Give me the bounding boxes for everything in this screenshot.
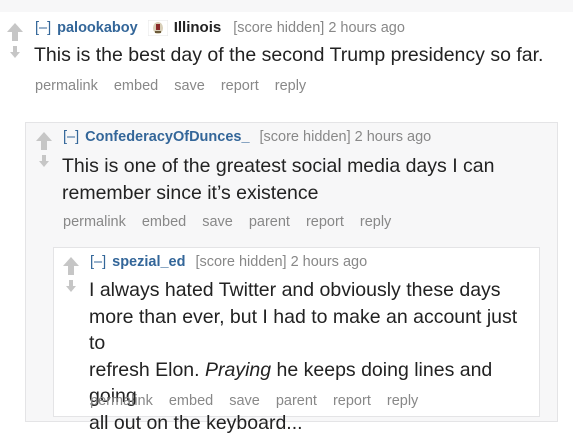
save-button[interactable]: save: [202, 214, 233, 230]
comment-body-line: all out on the keyboard...: [89, 410, 534, 436]
upvote-arrow-icon[interactable]: [6, 22, 24, 42]
comment-body-line: This is one of the greatest social media…: [62, 153, 542, 180]
comment-author[interactable]: spezial_ed: [112, 254, 185, 270]
comment-author[interactable]: ConfederacyOfDunces_: [85, 129, 249, 145]
comment-body-line: remember since it’s existence: [62, 180, 542, 207]
permalink-button[interactable]: permalink: [90, 393, 153, 409]
report-button[interactable]: report: [221, 78, 259, 94]
report-button[interactable]: report: [333, 393, 371, 409]
reply-button[interactable]: reply: [387, 393, 418, 409]
flair-text: Illinois: [174, 19, 222, 36]
comment-emphasis: Praying: [205, 359, 271, 381]
comment-tagline: [–] spezial_ed [score hidden] 2 hours ag…: [90, 254, 367, 270]
parent-button[interactable]: parent: [276, 393, 317, 409]
collapse-toggle[interactable]: [–]: [63, 129, 79, 145]
comment-body: I always hated Twitter and obviously the…: [89, 277, 534, 436]
comment-tagline: [–] palookaboy Illinois [score hidden] 2…: [35, 19, 405, 36]
user-flair: Illinois: [148, 19, 222, 36]
comment-text: refresh Elon.: [89, 359, 205, 381]
downvote-arrow-icon[interactable]: [38, 154, 50, 168]
score-hidden: [score hidden]: [195, 254, 286, 270]
upvote-arrow-icon[interactable]: [35, 131, 53, 151]
save-button[interactable]: save: [229, 393, 260, 409]
comment-author[interactable]: palookaboy: [57, 20, 138, 36]
upvote-arrow-icon[interactable]: [62, 256, 80, 276]
embed-button[interactable]: embed: [169, 393, 213, 409]
comment-buttons: permalink embed save report reply: [35, 78, 322, 94]
collapse-toggle[interactable]: [–]: [90, 254, 106, 270]
comment-body-line: I always hated Twitter and obviously the…: [89, 277, 534, 304]
comment-timestamp: 2 hours ago: [355, 129, 432, 145]
comment-1: [–] palookaboy Illinois [score hidden] 2…: [0, 12, 573, 402]
report-button[interactable]: report: [306, 214, 344, 230]
comment-body-line: more than ever, but I had to make an acc…: [89, 304, 534, 357]
embed-button[interactable]: embed: [114, 78, 158, 94]
comment-buttons: permalink embed save parent report reply: [63, 214, 407, 230]
save-button[interactable]: save: [174, 78, 205, 94]
permalink-button[interactable]: permalink: [35, 78, 98, 94]
downvote-arrow-icon[interactable]: [65, 279, 77, 293]
illinois-flag-icon: [148, 20, 168, 36]
score-hidden: [score hidden]: [233, 20, 324, 36]
collapse-toggle[interactable]: [–]: [35, 20, 51, 36]
comment-buttons: permalink embed save parent report reply: [90, 393, 434, 409]
parent-button[interactable]: parent: [249, 214, 290, 230]
comment-body: This is one of the greatest social media…: [62, 153, 542, 206]
comment-timestamp: 2 hours ago: [291, 254, 368, 270]
comment-timestamp: 2 hours ago: [328, 20, 405, 36]
comment-3: [–] spezial_ed [score hidden] 2 hours ag…: [53, 247, 540, 417]
reply-button[interactable]: reply: [360, 214, 391, 230]
score-hidden: [score hidden]: [260, 129, 351, 145]
comment-body: This is the best day of the second Trump…: [34, 42, 564, 69]
downvote-arrow-icon[interactable]: [9, 45, 21, 59]
permalink-button[interactable]: permalink: [63, 214, 126, 230]
comment-tagline: [–] ConfederacyOfDunces_ [score hidden] …: [63, 129, 431, 145]
reply-button[interactable]: reply: [275, 78, 306, 94]
embed-button[interactable]: embed: [142, 214, 186, 230]
comment-2: [–] ConfederacyOfDunces_ [score hidden] …: [25, 122, 558, 422]
